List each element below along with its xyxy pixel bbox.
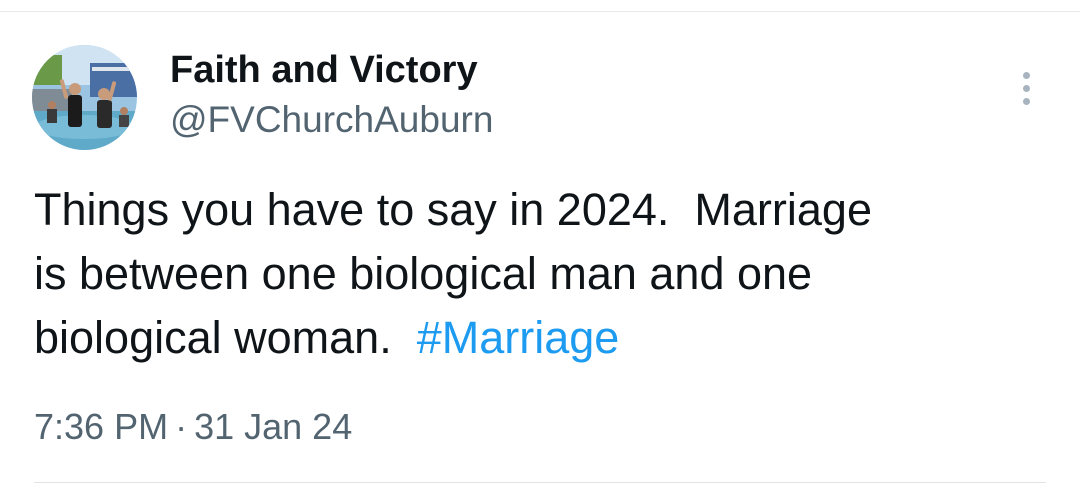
user-handle[interactable]: @FVChurchAuburn: [170, 99, 493, 141]
tweet-text-segment: biological woman.: [34, 312, 417, 363]
tweet-time[interactable]: 7:36 PM: [34, 406, 168, 447]
more-vertical-icon: [1022, 84, 1030, 92]
more-vertical-icon: [1022, 71, 1030, 79]
more-options-button[interactable]: [1008, 66, 1044, 110]
avatar[interactable]: [32, 45, 137, 150]
bottom-divider: [34, 482, 1046, 483]
meta-separator: ·: [175, 406, 188, 447]
profile-photo-icon: [32, 45, 137, 150]
top-divider: [0, 11, 1080, 12]
tweet-metadata: 7:36 PM · 31 Jan 24: [34, 404, 352, 450]
tweet-text-line: is between one biological man and one: [34, 248, 813, 299]
tweet-text-line: Things you have to say in 2024. Marriage: [34, 184, 872, 235]
tweet-date[interactable]: 31 Jan 24: [194, 406, 352, 447]
hashtag-link[interactable]: #Marriage: [417, 312, 620, 363]
more-vertical-icon: [1022, 97, 1030, 105]
display-name[interactable]: Faith and Victory: [170, 48, 478, 92]
tweet-text: Things you have to say in 2024. Marriage…: [34, 178, 1044, 370]
tweet-text-line: biological woman. #Marriage: [34, 306, 1044, 370]
